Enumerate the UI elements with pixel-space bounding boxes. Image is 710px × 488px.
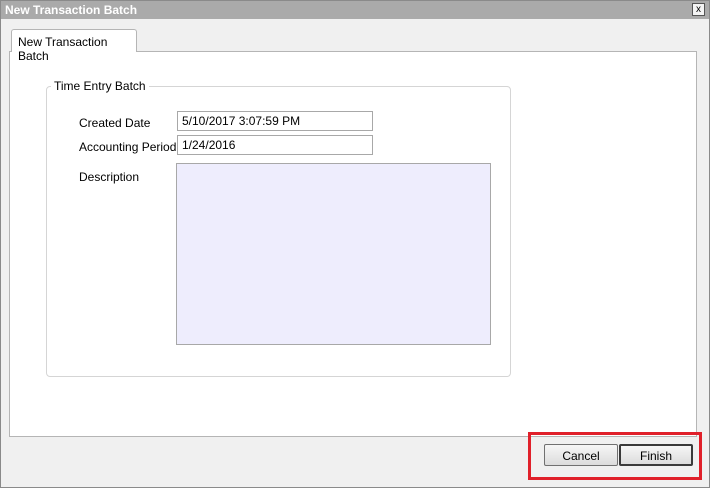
close-icon[interactable]: x <box>692 3 705 16</box>
tab-label: New Transaction Batch <box>18 35 108 63</box>
created-date-field[interactable]: 5/10/2017 3:07:59 PM <box>177 111 373 131</box>
window-title: New Transaction Batch <box>5 3 138 17</box>
dialog-window: New Transaction Batch x New Transaction … <box>0 0 710 488</box>
description-field[interactable] <box>176 163 491 345</box>
tab-new-transaction-batch[interactable]: New Transaction Batch <box>11 29 137 63</box>
highlight-box <box>528 432 702 480</box>
accounting-period-field[interactable]: 1/24/2016 <box>177 135 373 155</box>
description-label: Description <box>79 170 140 184</box>
created-date-label: Created Date <box>79 116 151 130</box>
tab-panel: Time Entry Batch Created Date 5/10/2017 … <box>9 51 697 437</box>
group-legend: Time Entry Batch <box>51 79 149 93</box>
accounting-period-label: Accounting Period <box>79 140 177 154</box>
title-bar: New Transaction Batch x <box>1 1 709 19</box>
